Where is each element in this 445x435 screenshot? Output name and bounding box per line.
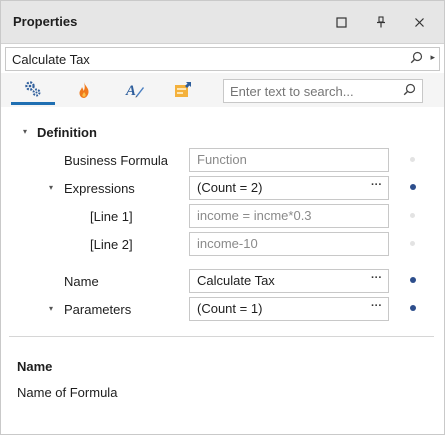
property-grid: ▾ Definition Business Formula Function ▾… (1, 115, 444, 325)
property-row-line-2[interactable]: [Line 2] income-10 (1, 230, 444, 258)
quick-actions-tab[interactable] (161, 75, 205, 105)
property-marker-icon (410, 157, 415, 162)
property-editor[interactable]: income = incme*0.3 (189, 204, 389, 228)
property-row-name[interactable]: Name Calculate Tax ··· (1, 267, 444, 295)
property-marker-icon[interactable] (410, 184, 416, 190)
text-style-icon: A (125, 83, 144, 99)
search-box[interactable] (223, 79, 423, 103)
search-icon[interactable] (410, 51, 423, 67)
property-label: [Line 1] (90, 209, 133, 224)
property-row-line-1[interactable]: [Line 1] income = incme*0.3 (1, 202, 444, 230)
ellipsis-button[interactable]: ··· (371, 272, 382, 284)
events-tab[interactable] (62, 75, 106, 105)
ellipsis-button[interactable]: ··· (371, 179, 382, 191)
search-input[interactable] (230, 83, 390, 99)
maximize-icon (335, 16, 347, 28)
property-marker-icon[interactable] (410, 305, 416, 311)
property-value: (Count = 1) (197, 301, 263, 316)
property-row-expressions[interactable]: ▾ Expressions (Count = 2) ··· (1, 174, 444, 202)
property-label: [Line 2] (90, 237, 133, 252)
category-label: Definition (37, 125, 97, 140)
property-row-business-formula[interactable]: Business Formula Function (1, 146, 444, 174)
property-marker-icon (410, 241, 415, 246)
gear-icon (25, 80, 41, 96)
svg-text:A: A (125, 83, 136, 99)
property-editor[interactable]: income-10 (189, 232, 389, 256)
property-value: income-10 (197, 236, 258, 251)
description-splitter[interactable] (9, 336, 434, 337)
pin-button[interactable] (370, 11, 392, 33)
collapse-icon[interactable]: ▾ (49, 304, 53, 313)
property-value: income = incme*0.3 (197, 208, 312, 223)
property-value: Calculate Tax (197, 273, 275, 288)
property-label: Parameters (64, 302, 132, 317)
panel-titlebar: Properties (1, 1, 444, 44)
property-marker-icon (410, 213, 415, 218)
property-row-parameters[interactable]: ▾ Parameters (Count = 1) ··· (1, 295, 444, 323)
property-editor[interactable]: Calculate Tax ··· (189, 269, 389, 293)
property-editor[interactable]: (Count = 2) ··· (189, 176, 389, 200)
chevron-right-icon[interactable]: ▸ (430, 52, 435, 63)
maximize-button[interactable] (330, 11, 352, 33)
collapse-icon[interactable]: ▾ (49, 183, 53, 192)
category-row-definition[interactable]: ▾ Definition (1, 118, 444, 146)
close-icon (414, 17, 424, 27)
appearance-tab[interactable]: A (113, 75, 157, 105)
description-title: Name (17, 359, 53, 374)
description-text: Name of Formula (17, 385, 118, 400)
pin-icon (377, 16, 385, 28)
panel-title: Properties (13, 14, 78, 29)
tasks-icon (175, 82, 191, 97)
properties-tab[interactable] (11, 75, 55, 105)
property-editor[interactable]: (Count = 1) ··· (189, 297, 389, 321)
property-label: Business Formula (64, 153, 169, 168)
properties-panel: Properties Calculate Tax ▸ A Enter text … (0, 0, 445, 435)
fire-icon (79, 82, 89, 98)
property-label: Name (64, 274, 99, 289)
search-icon[interactable] (403, 83, 416, 99)
object-selector-value: Calculate Tax (12, 52, 90, 67)
property-marker-icon[interactable] (410, 277, 416, 283)
collapse-icon[interactable]: ▾ (23, 127, 27, 136)
property-grid-toolbar: A (1, 73, 444, 107)
property-value: (Count = 2) (197, 180, 263, 195)
close-button[interactable] (408, 11, 430, 33)
property-value: Function (197, 152, 247, 167)
object-selector[interactable]: Calculate Tax ▸ (5, 47, 440, 71)
ellipsis-button[interactable]: ··· (371, 300, 382, 312)
property-editor[interactable]: Function (189, 148, 389, 172)
property-label: Expressions (64, 181, 135, 196)
